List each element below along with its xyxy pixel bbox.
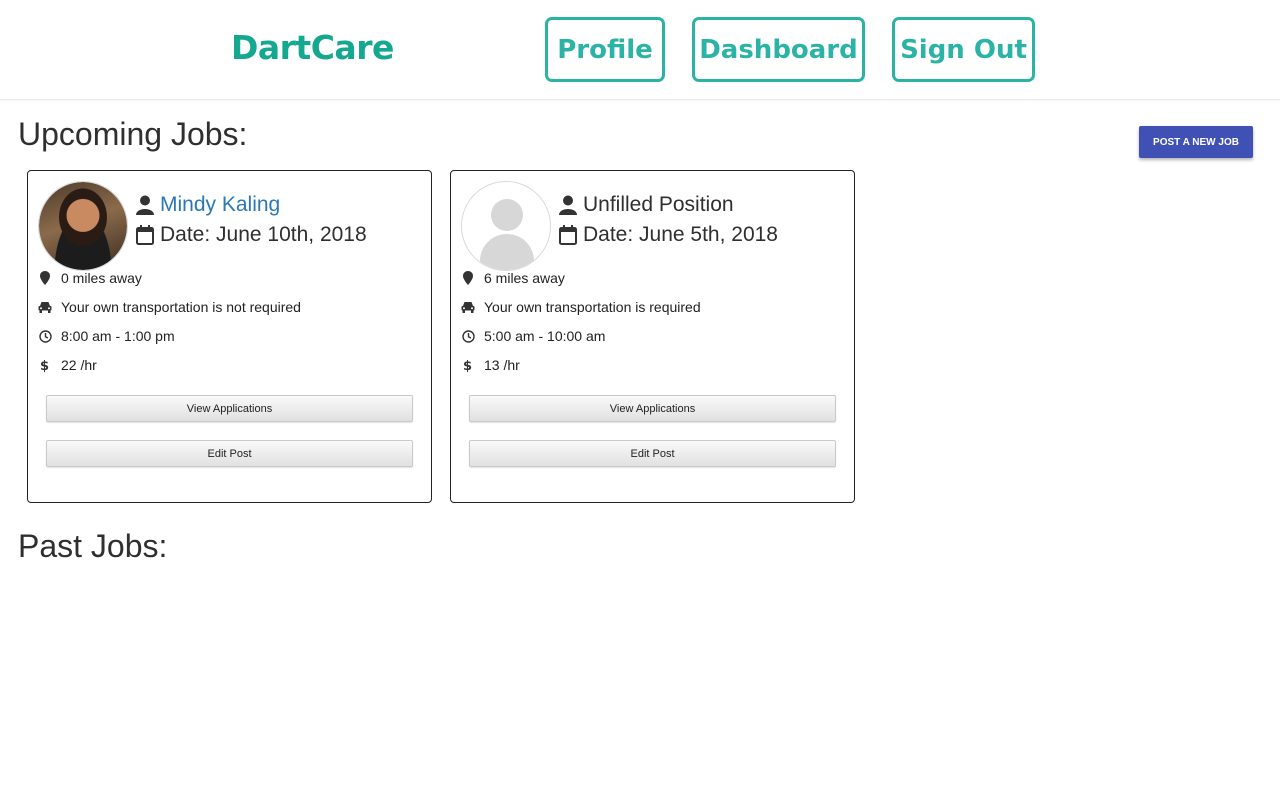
user-icon: [136, 195, 154, 215]
job-date: Date: June 5th, 2018: [583, 223, 778, 246]
transport-row: Your own transportation is not required: [38, 299, 301, 315]
rate-text: 13 /hr: [484, 357, 520, 373]
avatar-placeholder-icon: [462, 182, 550, 270]
job-date-row: Date: June 10th, 2018: [136, 223, 367, 247]
car-icon: [38, 299, 52, 315]
calendar-icon: [136, 225, 154, 245]
app-logo[interactable]: DartCare: [231, 28, 394, 67]
transport-text: Your own transportation is not required: [61, 299, 301, 315]
job-date: Date: June 10th, 2018: [160, 223, 367, 246]
distance-row: 6 miles away: [461, 270, 565, 286]
clock-icon: [38, 328, 52, 344]
job-title-row: Mindy Kaling: [136, 193, 280, 217]
clock-icon: [461, 328, 475, 344]
rate-row: $ 13 /hr: [461, 357, 520, 373]
rate-row: $ 22 /hr: [38, 357, 97, 373]
time-row: 8:00 am - 1:00 pm: [38, 328, 175, 344]
view-applications-button[interactable]: View Applications: [46, 395, 413, 422]
time-row: 5:00 am - 10:00 am: [461, 328, 605, 344]
dollar-icon: $: [461, 357, 475, 373]
dashboard-button[interactable]: Dashboard: [692, 17, 865, 82]
svg-text:$: $: [463, 359, 472, 373]
edit-post-button[interactable]: Edit Post: [469, 440, 836, 467]
avatar-photo: [39, 182, 127, 270]
edit-post-button[interactable]: Edit Post: [46, 440, 413, 467]
time-text: 8:00 am - 1:00 pm: [61, 328, 175, 344]
job-title-row: Unfilled Position: [559, 193, 734, 217]
sign-out-button[interactable]: Sign Out: [892, 17, 1035, 82]
distance-text: 0 miles away: [61, 270, 142, 286]
past-jobs-heading: Past Jobs:: [18, 528, 168, 564]
job-card: Mindy Kaling Date: June 10th, 2018 0 mil…: [27, 170, 432, 503]
post-new-job-button[interactable]: POST A NEW JOB: [1139, 126, 1253, 158]
map-pin-icon: [461, 270, 475, 286]
upcoming-jobs-heading: Upcoming Jobs:: [18, 116, 248, 152]
calendar-icon: [559, 225, 577, 245]
caregiver-name-link[interactable]: Mindy Kaling: [160, 193, 280, 217]
user-icon: [559, 195, 577, 215]
avatar: [38, 181, 128, 271]
distance-row: 0 miles away: [38, 270, 142, 286]
caregiver-name: Unfilled Position: [583, 193, 734, 216]
top-navbar: DartCare Profile Dashboard Sign Out: [0, 0, 1280, 100]
map-pin-icon: [38, 270, 52, 286]
view-applications-button[interactable]: View Applications: [469, 395, 836, 422]
time-text: 5:00 am - 10:00 am: [484, 328, 606, 344]
car-icon: [461, 299, 475, 315]
profile-button[interactable]: Profile: [545, 17, 665, 82]
transport-row: Your own transportation is required: [461, 299, 701, 315]
rate-text: 22 /hr: [61, 357, 97, 373]
job-date-row: Date: June 5th, 2018: [559, 223, 778, 247]
avatar: [461, 181, 551, 271]
transport-text: Your own transportation is required: [484, 299, 701, 315]
svg-text:$: $: [40, 359, 49, 373]
distance-text: 6 miles away: [484, 270, 565, 286]
dollar-icon: $: [38, 357, 52, 373]
placeholder-body: [480, 234, 534, 270]
job-card: Unfilled Position Date: June 5th, 2018 6…: [450, 170, 855, 503]
placeholder-head: [491, 199, 523, 231]
